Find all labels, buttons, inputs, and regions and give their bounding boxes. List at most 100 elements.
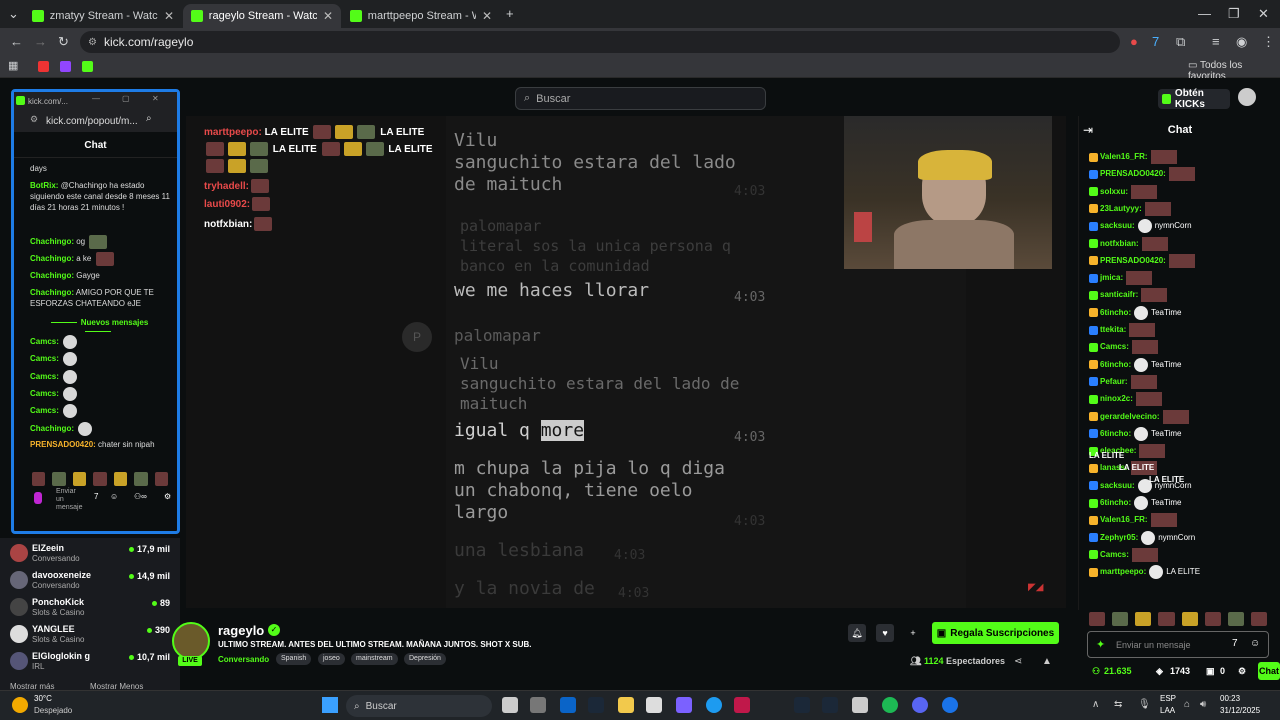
outlook-icon[interactable]: [560, 697, 576, 713]
back-icon[interactable]: ←: [10, 34, 23, 49]
reload-icon[interactable]: ↻: [58, 34, 69, 50]
tag-chip[interactable]: joseo: [318, 653, 345, 665]
popout-address[interactable]: ⚙ kick.com/popout/m... ⌕: [14, 110, 177, 132]
volume-icon[interactable]: 🔊︎: [1200, 699, 1206, 710]
emote-icon[interactable]: [1181, 612, 1198, 626]
profile-avatar[interactable]: ◉: [1236, 34, 1247, 50]
chat-username[interactable]: Camcs:: [1100, 342, 1129, 351]
emote-icon[interactable]: [134, 472, 148, 486]
add-icon[interactable]: +: [904, 624, 922, 642]
media-icon[interactable]: ≡: [1212, 34, 1220, 49]
spotify-icon[interactable]: [882, 697, 898, 713]
chat-username[interactable]: 6tincho:: [1100, 308, 1131, 317]
sparkle-icon[interactable]: ✦: [1096, 638, 1105, 651]
task-view-icon[interactable]: [502, 697, 518, 713]
emote-icon[interactable]: [1089, 612, 1106, 626]
chat-username[interactable]: Valen16_FR:: [1100, 515, 1148, 524]
user-avatar[interactable]: [1238, 88, 1256, 106]
maximize-icon[interactable]: ▢: [122, 94, 130, 103]
menu-icon[interactable]: ⋮: [1262, 34, 1275, 50]
tab-zmatyy[interactable]: zmatyy Stream - Watch Live on ✕: [24, 4, 182, 28]
minimize-icon[interactable]: —: [1198, 6, 1211, 21]
chat-username[interactable]: PRENSADO0420:: [1100, 256, 1166, 265]
emote-icon[interactable]: [93, 472, 107, 486]
store-icon[interactable]: [646, 697, 662, 713]
steam-icon[interactable]: [794, 697, 810, 713]
chat-username[interactable]: notfxbian:: [1100, 239, 1139, 248]
stream-category[interactable]: Conversando: [218, 655, 269, 664]
channel-item-yanglee[interactable]: YANGLEE Slots & Casino 390: [10, 623, 170, 647]
extension-7tv-icon[interactable]: 7: [1152, 34, 1159, 49]
follow-heart-icon[interactable]: ♥: [876, 624, 894, 642]
new-messages-divider[interactable]: Nuevos mensajes: [30, 318, 165, 336]
chat-username[interactable]: ttekita:: [1100, 325, 1126, 334]
emote-icon[interactable]: [154, 472, 168, 486]
close-tab-icon[interactable]: ✕: [164, 9, 174, 23]
network-icon[interactable]: ⌂: [1184, 699, 1190, 710]
share-icon[interactable]: ⋖: [1014, 656, 1022, 667]
chat-username[interactable]: 6tincho:: [1100, 498, 1131, 507]
chat-username[interactable]: Zephyr05:: [1100, 533, 1138, 542]
emote-icon[interactable]: [1250, 612, 1267, 626]
mic-icon[interactable]: 🎙︎: [1138, 699, 1151, 710]
tag-chip[interactable]: Spanish: [276, 653, 312, 665]
emote-icon[interactable]: [1135, 612, 1152, 626]
chat-username[interactable]: gerardelvecino:: [1100, 412, 1160, 421]
streamer-avatar[interactable]: [172, 622, 210, 660]
chat-username[interactable]: 6tincho:: [1100, 360, 1131, 369]
zoom-icon[interactable]: ⌕: [146, 113, 152, 124]
chat-username[interactable]: Valen16_FR:: [1100, 152, 1148, 161]
extensions-icon[interactable]: ⧉: [1176, 34, 1185, 50]
weather-icon[interactable]: [12, 697, 28, 713]
chat-username[interactable]: Pefaur:: [1100, 377, 1128, 386]
search-input[interactable]: ⌕ Buscar: [515, 87, 766, 110]
notification-bell-icon[interactable]: 🔔︎: [848, 624, 866, 642]
chat-message-input[interactable]: ✦ Enviar un mensaje 7 ☺: [1087, 631, 1269, 658]
tab-list-icon[interactable]: ⌄: [8, 6, 19, 22]
app-icon[interactable]: [734, 697, 750, 713]
close-tab-icon[interactable]: ✕: [323, 9, 333, 23]
address-input[interactable]: ⚙ kick.com/rageylo: [80, 31, 1120, 53]
tag-chip[interactable]: mainstream: [351, 653, 398, 665]
mic-icon[interactable]: [34, 492, 42, 504]
channel-item-davooxeneize[interactable]: davooxeneize Conversando 14,9 mil: [10, 569, 170, 593]
settings-icon[interactable]: ⚙: [164, 492, 171, 501]
site-info-icon[interactable]: ⚙: [30, 114, 38, 125]
forward-icon[interactable]: →: [34, 34, 47, 49]
emoji-icon[interactable]: ☺: [1250, 638, 1260, 649]
app-icon[interactable]: [530, 697, 546, 713]
emote-icon[interactable]: [72, 472, 87, 486]
chat-username[interactable]: 23Lautyyy:: [1100, 204, 1142, 213]
tab-marttpeepo[interactable]: marttpeepo Stream - Watch Live ✕: [342, 4, 500, 28]
emote-icon[interactable]: [1158, 612, 1175, 626]
copilot-icon[interactable]: [676, 697, 692, 713]
chat-username[interactable]: PRENSADO0420:: [1100, 169, 1166, 178]
emote-icon[interactable]: [52, 472, 66, 486]
site-info-icon[interactable]: ⚙: [88, 37, 97, 48]
popout-chat-input[interactable]: Enviar un mensaje 7 ☺ ⚇∞ ⚙: [30, 488, 172, 511]
chat-username[interactable]: Camcs:: [1100, 550, 1129, 559]
edge-icon[interactable]: [706, 697, 722, 713]
channel-item-elzeein[interactable]: ElZeein Conversando 17,9 mil: [10, 542, 170, 566]
emote-icon[interactable]: [1112, 612, 1129, 626]
get-kicks-button[interactable]: Obtén KICKs: [1158, 88, 1230, 110]
gift-subs-button[interactable]: ▣ Regala Suscripciones: [932, 622, 1059, 644]
chat-username[interactable]: jmica:: [1100, 273, 1123, 282]
chat-send-button[interactable]: Chat: [1258, 662, 1280, 680]
steam-icon[interactable]: [588, 697, 604, 713]
emote-icon[interactable]: [113, 472, 128, 486]
apps-icon[interactable]: ▦: [8, 59, 18, 72]
maximize-icon[interactable]: ❐: [1228, 6, 1240, 22]
taskbar-search[interactable]: ⌕ Buscar: [346, 695, 492, 717]
app-icon[interactable]: [852, 697, 868, 713]
close-tab-icon[interactable]: ✕: [482, 9, 492, 23]
explorer-icon[interactable]: [618, 697, 634, 713]
extension-7tv-icon[interactable]: 7: [94, 492, 98, 501]
chat-username[interactable]: solxxu:: [1100, 187, 1128, 196]
points-icon[interactable]: ⚇∞: [134, 492, 147, 501]
tray-chevron-icon[interactable]: ∧: [1092, 699, 1099, 710]
close-window-icon[interactable]: ✕: [152, 94, 159, 103]
emoji-icon[interactable]: ☺: [110, 492, 118, 501]
channel-item-elgloglokin[interactable]: ElGloglokin g IRL 10,7 mil: [10, 650, 170, 674]
steam-icon[interactable]: [822, 697, 838, 713]
